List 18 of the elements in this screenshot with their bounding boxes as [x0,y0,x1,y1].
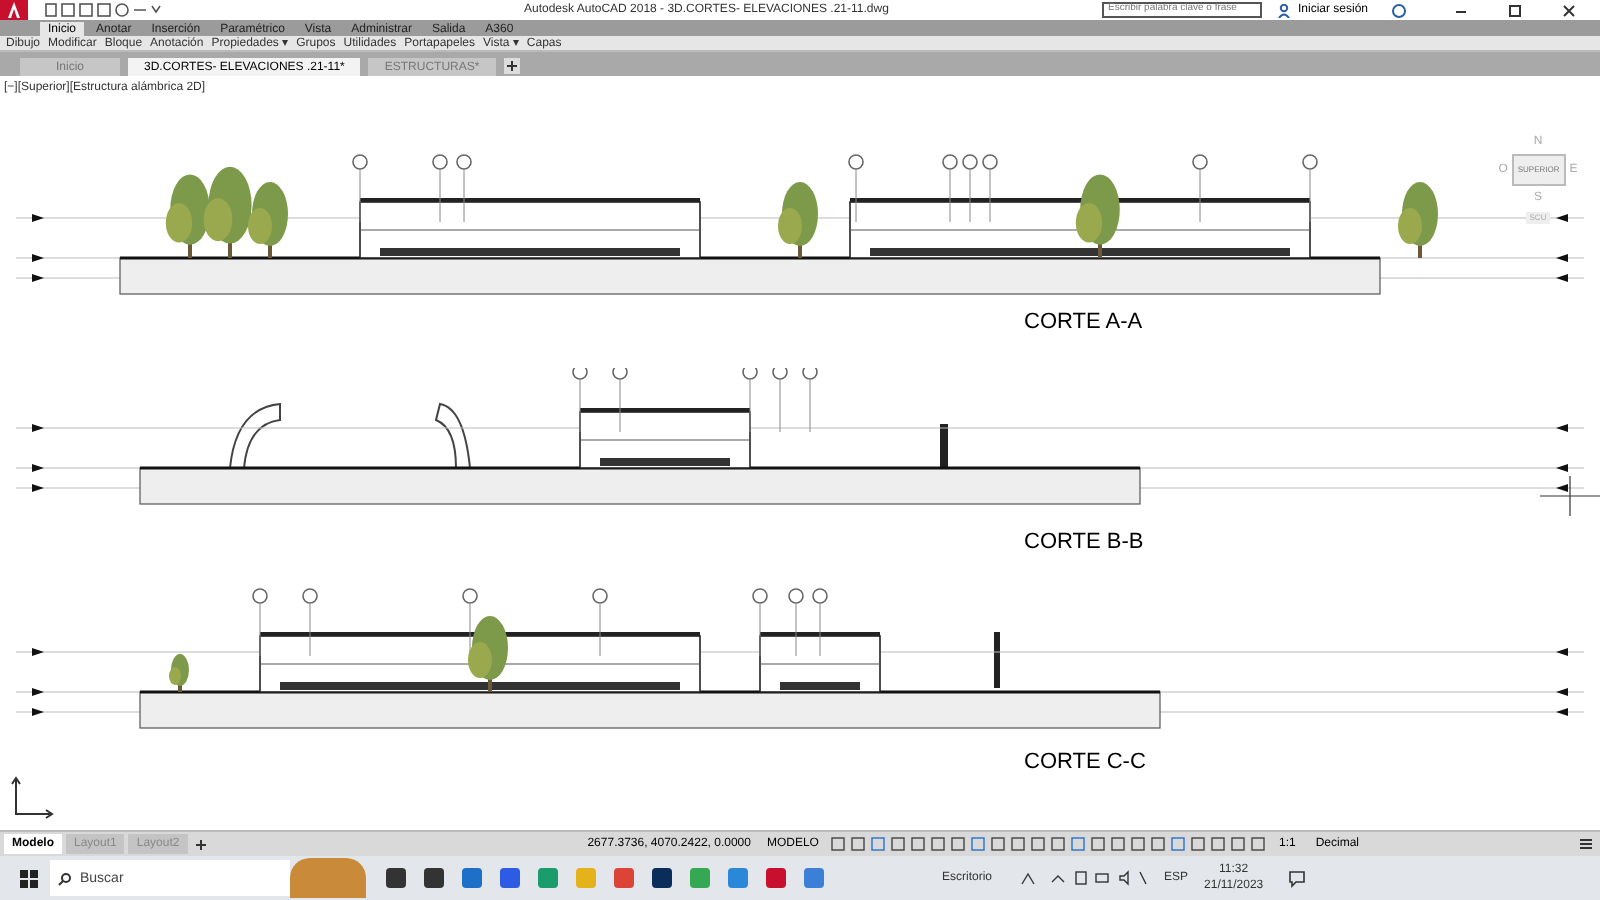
windows-start-icon[interactable] [20,869,38,887]
crosshair-cursor-icon [1540,476,1600,516]
quick-access-toolbar-icon[interactable] [44,2,164,18]
taskbar-picture [290,858,366,898]
ucs-axis-icon [8,774,56,822]
search-icon [58,871,72,885]
close-icon[interactable] [1562,3,1576,17]
section-title: CORTE B-B [1024,532,1146,554]
add-layout-icon[interactable] [193,837,208,851]
user-icon[interactable] [1277,3,1290,17]
customize-menu-icon[interactable] [1578,836,1594,852]
status-toolbar-icon[interactable] [830,836,1271,852]
add-tab-icon[interactable] [503,58,520,74]
maximize-icon[interactable] [1508,3,1522,17]
app-logo-icon[interactable] [0,0,28,20]
notifications-icon[interactable] [1287,869,1306,887]
section-title: CORTE C-C [1024,752,1148,774]
section-title: CORTE A-A [1024,312,1145,334]
